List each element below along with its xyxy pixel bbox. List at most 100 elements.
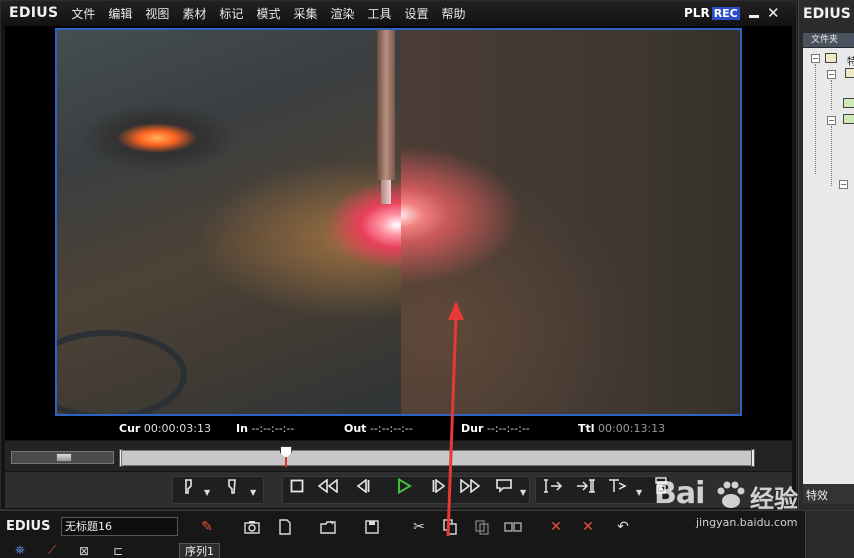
bin-window: EDIUS 文件夹 − 特 − − − 特效 bbox=[798, 0, 854, 510]
open-icon[interactable] bbox=[318, 517, 338, 537]
menu-help[interactable]: 帮助 bbox=[442, 5, 466, 22]
menu-clip[interactable]: 素材 bbox=[182, 5, 206, 22]
tc-cur: Cur 00:00:03:13 bbox=[119, 422, 211, 435]
effects-tab[interactable]: 特效 bbox=[806, 487, 828, 503]
folder-icon bbox=[825, 53, 837, 63]
stop-icon[interactable] bbox=[285, 477, 309, 495]
timecode-bar: Cur 00:00:03:13 In --:--:--:-- Out --:--… bbox=[5, 418, 792, 440]
project-name-field[interactable]: 无标题16 bbox=[61, 517, 178, 536]
set-out-icon[interactable] bbox=[220, 477, 244, 495]
rec-label: REC bbox=[711, 6, 740, 20]
replace-icon[interactable] bbox=[606, 477, 630, 495]
set-in-icon[interactable] bbox=[176, 477, 200, 495]
menu-render[interactable]: 渲染 bbox=[330, 5, 354, 22]
video-preview bbox=[55, 28, 742, 416]
sync-icon[interactable]: ⊠ bbox=[74, 543, 94, 558]
watermark-url: jingyan.baidu.com bbox=[696, 516, 798, 529]
menu-settings[interactable]: 设置 bbox=[405, 5, 429, 22]
tc-out-value: --:--:--:-- bbox=[369, 422, 413, 435]
razor-icon[interactable]: ⟋ bbox=[42, 543, 62, 558]
timeline-tab-row: ⛯ ⟋ ⊠ ⊏ 序列1 bbox=[0, 542, 854, 558]
new-project-icon[interactable]: ✎ bbox=[197, 517, 217, 537]
tree-guide-line-3 bbox=[831, 126, 832, 186]
video-frame-original bbox=[57, 30, 401, 414]
tree-guide-line bbox=[815, 64, 816, 174]
plr-label: PLR bbox=[684, 6, 710, 20]
menu-edit[interactable]: 编辑 bbox=[108, 5, 132, 22]
fast-forward-icon[interactable] bbox=[458, 477, 482, 495]
app-logo: EDIUS bbox=[9, 5, 59, 21]
scrub-row bbox=[5, 441, 792, 471]
menu-tools[interactable]: 工具 bbox=[367, 5, 391, 22]
set-in-dropdown-icon[interactable]: ▼ bbox=[204, 488, 212, 497]
save-icon[interactable] bbox=[362, 517, 382, 537]
track-icon[interactable]: ⛯ bbox=[10, 543, 30, 558]
watermark-brand: Bai bbox=[654, 476, 705, 511]
jog-knob[interactable] bbox=[56, 453, 72, 462]
rewind-icon[interactable] bbox=[316, 477, 340, 495]
jog-slider[interactable] bbox=[11, 451, 114, 464]
tc-in-value: --:--:--:-- bbox=[251, 422, 295, 435]
paste-icon[interactable] bbox=[472, 517, 492, 537]
tree-root-label[interactable]: 特 bbox=[847, 53, 854, 68]
edius-screen: EDIUS 文件 编辑 视图 素材 标记 模式 采集 渲染 工具 设置 帮助 P… bbox=[0, 0, 854, 558]
menu-file[interactable]: 文件 bbox=[71, 5, 95, 22]
tree-collapse-icon-3[interactable]: − bbox=[827, 116, 836, 125]
sequence-tab[interactable]: 序列1 bbox=[179, 543, 220, 558]
cut-icon[interactable]: ✂ bbox=[409, 517, 429, 537]
step-back-icon[interactable] bbox=[350, 477, 374, 495]
timeline-end-handle[interactable] bbox=[751, 449, 755, 467]
timeline-side-panel bbox=[805, 511, 854, 558]
playhead-line bbox=[284, 457, 287, 467]
playhead[interactable] bbox=[279, 446, 292, 468]
play-icon[interactable] bbox=[392, 477, 416, 495]
tc-in-label: In bbox=[236, 422, 248, 435]
set-out-dropdown-icon[interactable]: ▼ bbox=[250, 488, 258, 497]
folder-icon-2 bbox=[845, 68, 854, 78]
replace-dropdown-icon[interactable]: ▼ bbox=[636, 488, 644, 497]
bin-tab-row: 特效 bbox=[803, 484, 854, 504]
link-icon[interactable] bbox=[503, 517, 523, 537]
plate-edge bbox=[57, 330, 187, 414]
tree-guide-line-2 bbox=[831, 80, 832, 110]
tc-in: In --:--:--:-- bbox=[236, 422, 294, 435]
menu-view[interactable]: 视图 bbox=[145, 5, 169, 22]
minimize-icon[interactable] bbox=[747, 5, 761, 20]
folder-tab[interactable]: 文件夹 bbox=[803, 33, 854, 47]
tc-out-label: Out bbox=[344, 422, 367, 435]
menu-capture[interactable]: 采集 bbox=[293, 5, 317, 22]
tree-collapse-icon[interactable]: − bbox=[811, 54, 820, 63]
insert-icon[interactable] bbox=[542, 477, 566, 495]
tree-collapse-icon-4[interactable]: − bbox=[839, 180, 848, 189]
delete-icon[interactable]: ✕ bbox=[546, 517, 566, 537]
tree-collapse-icon-2[interactable]: − bbox=[827, 70, 836, 79]
welding-torch bbox=[377, 30, 395, 180]
bin-logo: EDIUS bbox=[803, 6, 851, 22]
overwrite-icon[interactable] bbox=[574, 477, 598, 495]
snap-icon[interactable]: ⊏ bbox=[108, 543, 128, 558]
copy-icon[interactable] bbox=[440, 517, 460, 537]
folder-icon-green bbox=[843, 98, 854, 108]
menu-mode[interactable]: 模式 bbox=[256, 5, 280, 22]
plr-rec-toggle[interactable]: PLR REC bbox=[684, 6, 740, 20]
undo-icon[interactable]: ↶ bbox=[613, 517, 633, 537]
tc-ttl-value: 00:00:13:13 bbox=[598, 422, 666, 435]
tc-cur-label: Cur bbox=[119, 422, 141, 435]
camera-icon[interactable] bbox=[242, 517, 262, 537]
new-file-icon[interactable] bbox=[275, 517, 295, 537]
tc-ttl-label: Ttl bbox=[578, 422, 595, 435]
ripple-delete-icon[interactable]: ✕ bbox=[578, 517, 598, 537]
folder-icon-green-2 bbox=[843, 114, 854, 124]
menu-marker[interactable]: 标记 bbox=[219, 5, 243, 22]
menu-bar: EDIUS 文件 编辑 视图 素材 标记 模式 采集 渲染 工具 设置 帮助 P… bbox=[1, 1, 796, 25]
loop-dropdown-icon[interactable]: ▼ bbox=[520, 488, 528, 497]
tc-cur-value: 00:00:03:13 bbox=[143, 422, 211, 435]
close-icon[interactable]: ✕ bbox=[767, 4, 780, 22]
paw-icon bbox=[717, 481, 745, 508]
step-forward-icon[interactable] bbox=[428, 477, 452, 495]
loop-icon[interactable] bbox=[492, 477, 516, 495]
tc-dur-value: --:--:--:-- bbox=[486, 422, 530, 435]
welding-torch-tip bbox=[381, 180, 391, 204]
position-slider[interactable] bbox=[121, 450, 755, 466]
tc-dur-label: Dur bbox=[461, 422, 484, 435]
